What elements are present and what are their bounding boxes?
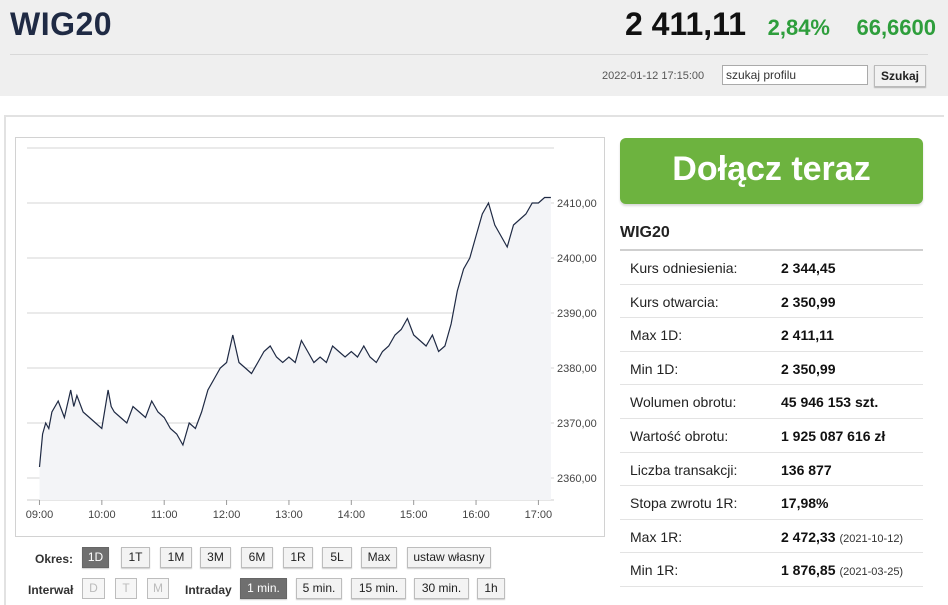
stats-value: 1 925 087 616 zł xyxy=(781,427,886,444)
interval-button-t: T xyxy=(115,578,137,599)
y-tick-label: 2400,00 xyxy=(557,253,597,265)
stats-value: 136 877 xyxy=(781,461,832,478)
change-absolute: 66,6600 xyxy=(856,15,936,40)
stats-label: Min 1R: xyxy=(630,562,679,579)
stats-label: Max 1R: xyxy=(630,528,683,545)
stats-label: Liczba transakcji: xyxy=(630,461,738,478)
interval-button-d: D xyxy=(82,578,105,599)
period-button-5l[interactable]: 5L xyxy=(322,547,352,568)
stats-label: Kurs odniesienia: xyxy=(630,260,738,276)
chart-canvas: 2360,00 2370,00 2380,00 2390,00 2400,00 2410,… xyxy=(26,147,597,521)
y-tick-label: 2370,00 xyxy=(557,418,597,430)
intraday-button-1-min-[interactable]: 1 min. xyxy=(240,578,287,599)
stats-row: Liczba transakcji: 136 877 xyxy=(620,453,923,487)
stats-value: 1 876,85 (2021-03-25) xyxy=(781,562,904,579)
okres-label: Okres: xyxy=(35,552,74,566)
period-button-6m[interactable]: 6M xyxy=(241,547,273,568)
stats-label: Stopa zwrotu 1R: xyxy=(630,495,738,512)
period-button-1m[interactable]: 1M xyxy=(160,547,192,568)
quote-timestamp: 2022-01-12 17:15:00 xyxy=(602,70,705,82)
stats-value: 2 350,99 xyxy=(781,360,836,377)
profile-search-input[interactable] xyxy=(722,65,868,85)
change-percent: 2,84% xyxy=(767,15,830,40)
stats-label: Max 1D: xyxy=(630,327,683,344)
x-tick-label: 14:00 xyxy=(338,509,366,521)
info-title: WIG20 xyxy=(620,224,670,241)
stats-row: Min 1D: 2 350,99 xyxy=(620,352,923,386)
x-tick-label: 09:00 xyxy=(26,509,54,521)
intraday-button-5-min-[interactable]: 5 min. xyxy=(296,578,342,599)
join-now-button[interactable]: Dołącz teraz xyxy=(620,138,923,204)
stats-label: Wolumen obrotu: xyxy=(630,394,737,411)
stats-value: 2 350,99 xyxy=(781,293,836,310)
index-price: 2 411,11 xyxy=(624,6,746,42)
period-button-max[interactable]: Max xyxy=(361,547,397,568)
header-divider xyxy=(10,54,928,55)
stats-value: 2 411,11 xyxy=(781,327,834,344)
intraday-label: Intraday xyxy=(185,583,232,597)
stats-value: 2 472,33 (2021-10-12) xyxy=(781,528,904,545)
y-tick-label: 2380,00 xyxy=(557,363,597,375)
stats-date: (2021-10-12) xyxy=(839,532,904,545)
stats-row: Wartość obrotu: 1 925 087 616 zł xyxy=(620,419,923,453)
x-tick-label: 17:00 xyxy=(525,509,553,521)
period-button-1d[interactable]: 1D xyxy=(82,547,109,568)
period-button-1t[interactable]: 1T xyxy=(121,547,150,568)
intraday-button-1h[interactable]: 1h xyxy=(477,578,505,599)
y-tick-label: 2410,00 xyxy=(557,198,597,210)
period-button-3m[interactable]: 3M xyxy=(200,547,231,568)
stats-row: Max 1R: 2 472,33 (2021-10-12) xyxy=(620,520,923,554)
period-button-ustaw-własny[interactable]: ustaw własny xyxy=(407,547,491,568)
x-tick-label: 15:00 xyxy=(400,509,428,521)
header-bar: WIG20 2 411,11 2,84% 66,6600 2022-01-12 … xyxy=(0,0,948,96)
stats-label: Wartość obrotu: xyxy=(630,427,729,444)
search-button[interactable]: Szukaj xyxy=(874,65,926,87)
intraday-button-30-min-[interactable]: 30 min. xyxy=(414,578,469,599)
interval-button-m: M xyxy=(147,578,169,599)
chart-controls: Okres: 1D 1T 1M 3M 6M 1R 5L Max ustaw własny Inter… xyxy=(0,545,610,605)
stats-label: Kurs otwarcia: xyxy=(630,293,719,310)
x-tick-label: 10:00 xyxy=(88,509,116,521)
stats-value: 17,98% xyxy=(781,495,829,512)
stats-row: Kurs odniesienia: 2 344,45 xyxy=(620,251,923,285)
stats-row: Max 1D: 2 411,11 xyxy=(620,318,923,352)
stats-value: 2 344,45 xyxy=(781,260,836,276)
period-button-1r[interactable]: 1R xyxy=(283,547,313,568)
stats-table: Kurs odniesienia: 2 344,45 Kurs otwarcia: 2… xyxy=(620,251,923,587)
y-tick-label: 2360,00 xyxy=(557,473,597,485)
stats-value: 45 946 153 szt. xyxy=(781,394,879,411)
interval-label: Interwał xyxy=(28,583,74,597)
stats-row: Min 1R: 1 876,85 (2021-03-25) xyxy=(620,553,923,587)
stats-date: (2021-03-25) xyxy=(839,566,904,579)
stats-row: Stopa zwrotu 1R: 17,98% xyxy=(620,486,923,520)
x-tick-label: 12:00 xyxy=(213,509,241,521)
x-tick-label: 16:00 xyxy=(462,509,490,521)
x-tick-label: 11:00 xyxy=(151,509,178,521)
index-title: WIG20 xyxy=(10,6,113,42)
price-chart[interactable]: 2360,00 2370,00 2380,00 2390,00 2400,00 2410,… xyxy=(15,137,605,537)
stats-label: Min 1D: xyxy=(630,360,679,377)
stats-row: Wolumen obrotu: 45 946 153 szt. xyxy=(620,385,923,419)
stats-row: Kurs otwarcia: 2 350,99 xyxy=(620,285,923,319)
y-tick-label: 2390,00 xyxy=(557,308,597,320)
intraday-button-15-min-[interactable]: 15 min. xyxy=(351,578,406,599)
x-tick-label: 13:00 xyxy=(275,509,303,521)
